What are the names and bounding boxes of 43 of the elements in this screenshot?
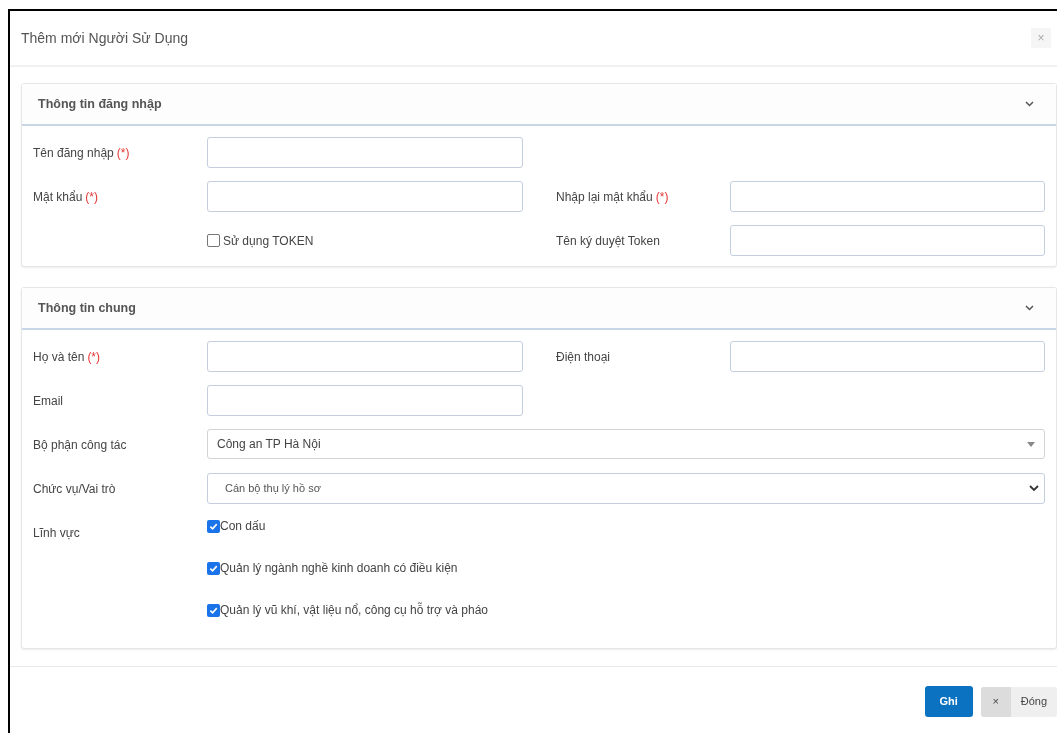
text-field[interactable] [207, 341, 523, 372]
section-title: Thông tin đăng nhập [38, 95, 162, 113]
field-label: Lĩnh vực [33, 524, 80, 542]
checkbox[interactable] [207, 520, 220, 533]
checkbox[interactable] [207, 234, 220, 247]
dropdown-field[interactable]: Cán bộ thụ lý hồ sơ [207, 473, 1045, 504]
chevron-down-icon [1029, 485, 1039, 492]
text-field[interactable] [730, 225, 1045, 256]
text-field[interactable] [207, 181, 523, 212]
field-label: Chức vụ/Vai trò [33, 480, 116, 498]
checkbox-label: Quản lý vũ khí, vật liệu nổ, công cụ hỗ trợ và pháo [220, 603, 489, 618]
checkbox-label: Con dấu [220, 519, 266, 534]
field-label: Họ và tên [33, 348, 85, 366]
section-header[interactable]: Thông tin đăng nhập [22, 84, 1056, 126]
checkbox-label: Sử dụng TOKEN [223, 232, 314, 250]
required-mark: (*) [116, 144, 130, 162]
checkbox[interactable] [207, 604, 220, 617]
required-mark: (*) [87, 348, 101, 366]
field-label: Mật khẩu [33, 188, 83, 206]
section-header[interactable]: Thông tin chung [22, 288, 1056, 330]
caret-icon [1027, 441, 1035, 447]
required-mark: (*) [655, 188, 669, 206]
checkbox-label: Quản lý ngành nghề kinh doanh có điều kiện [220, 561, 458, 576]
field-label: Tên ký duyệt Token [556, 232, 660, 250]
close-dialog-button[interactable]: × Đóng [980, 686, 1057, 717]
field-label: Nhập lại mật khẩu [556, 188, 653, 206]
dropdown-field[interactable]: Công an TP Hà Nội [207, 429, 1045, 459]
required-mark: (*) [85, 188, 99, 206]
text-field[interactable] [207, 385, 523, 416]
field-label: Bộ phận công tác [33, 436, 127, 454]
dialog-title: Thêm mới Người Sử Dụng [21, 28, 189, 48]
field-label: Email [33, 392, 63, 410]
section-title: Thông tin chung [38, 299, 136, 317]
text-field[interactable] [207, 137, 523, 168]
close-icon: × [980, 686, 1011, 717]
save-button[interactable]: Ghi [924, 686, 973, 717]
checkbox[interactable] [207, 562, 220, 575]
chevron-down-icon [1025, 305, 1034, 311]
text-field[interactable] [730, 341, 1045, 372]
field-label: Điện thoại [556, 348, 611, 366]
field-label: Tên đăng nhập [33, 144, 114, 162]
text-field[interactable] [730, 181, 1045, 212]
chevron-down-icon [1025, 101, 1034, 107]
